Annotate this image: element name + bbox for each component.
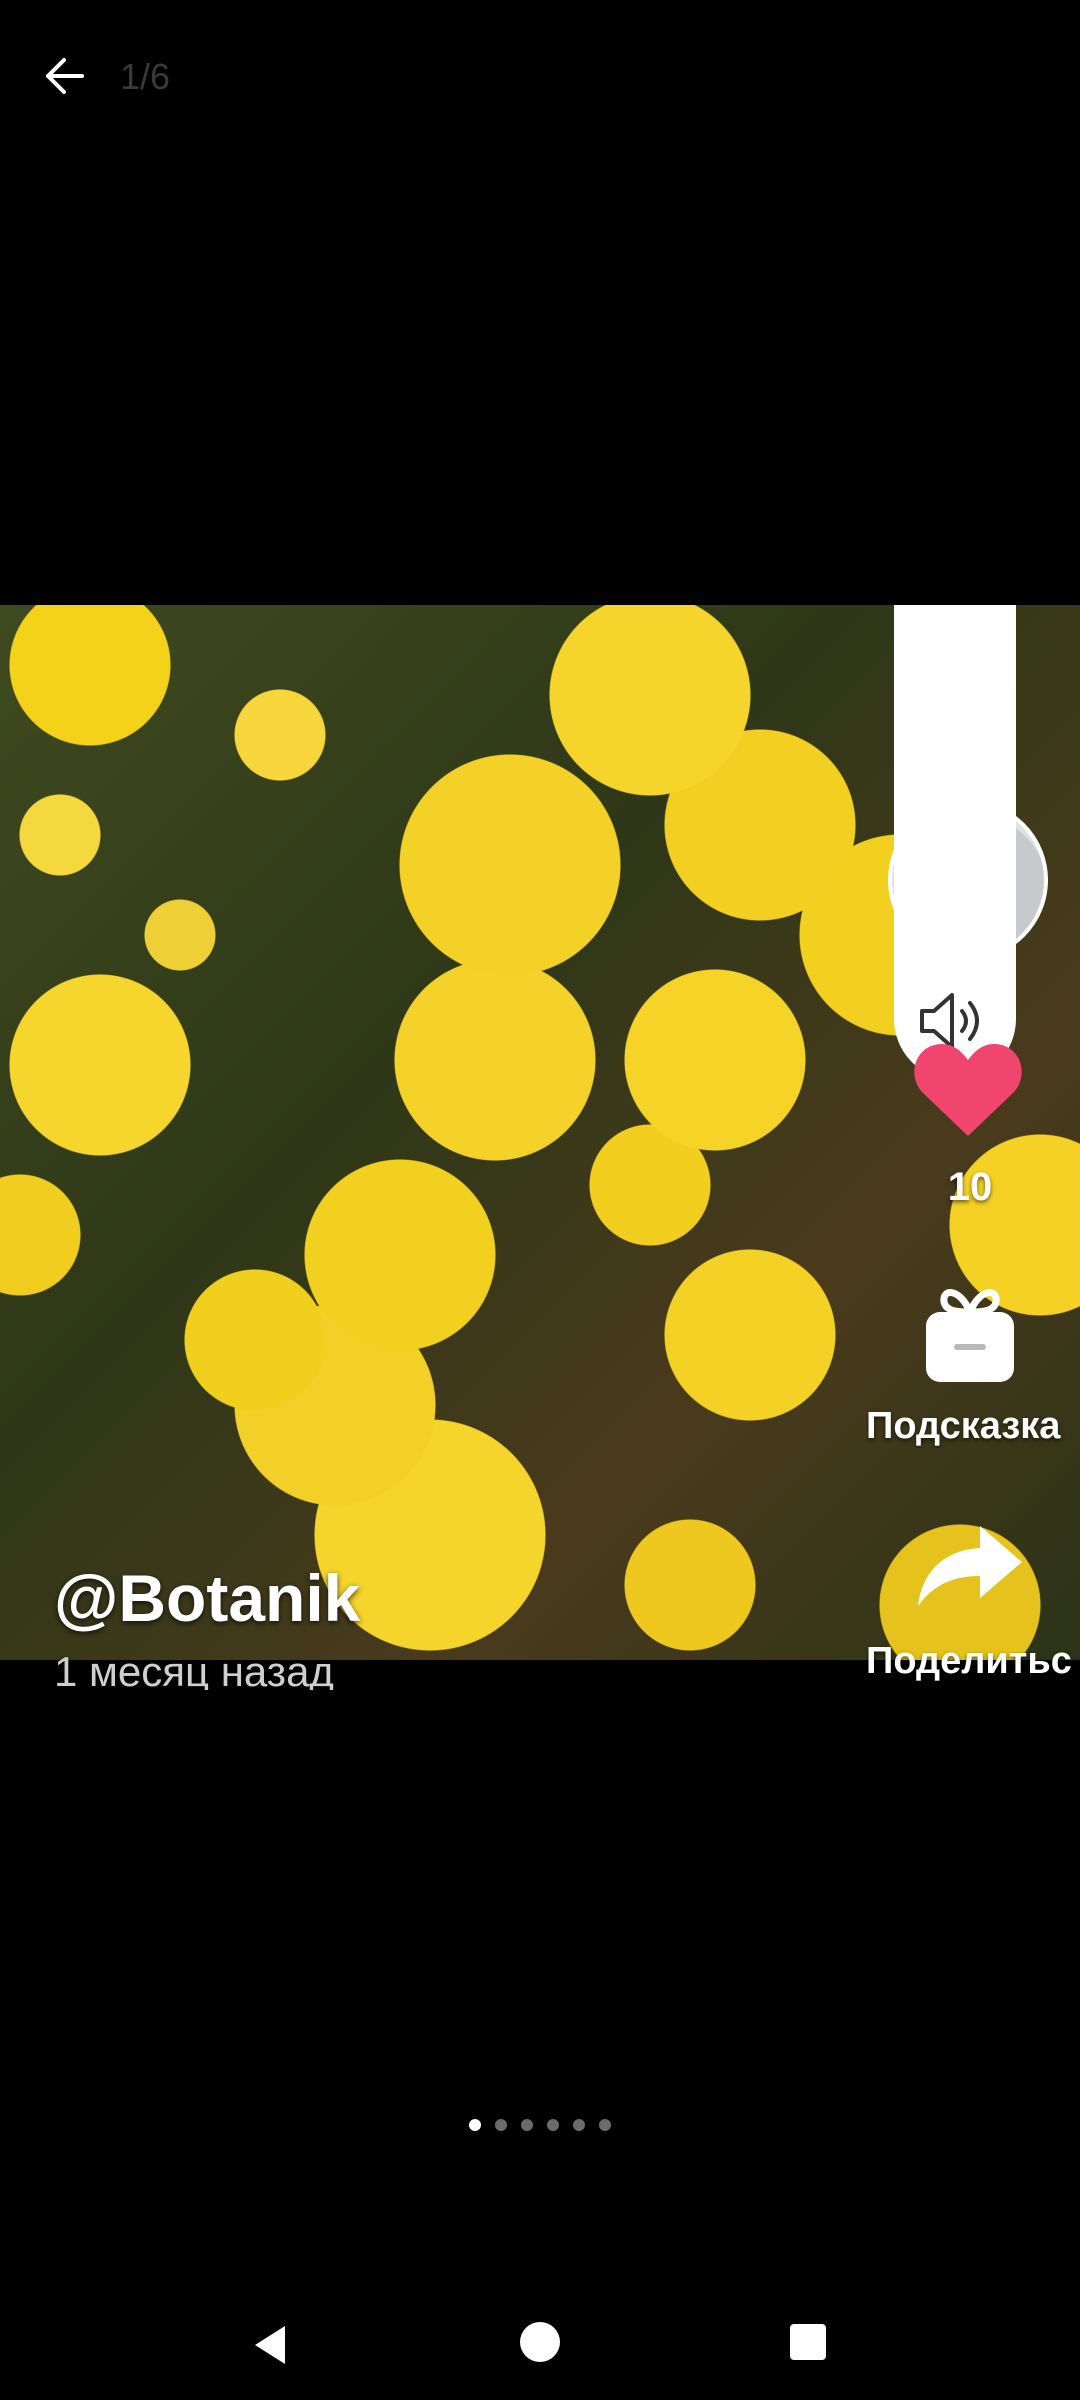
nav-back-icon[interactable]	[245, 2320, 295, 2370]
like-count: 10	[947, 1165, 993, 1209]
share-icon[interactable]	[914, 1520, 1026, 1610]
heart-icon[interactable]	[912, 1040, 1024, 1140]
gift-icon[interactable]	[920, 1278, 1020, 1386]
nav-recents-icon[interactable]	[790, 2324, 826, 2360]
post-time: 1 месяц назад	[54, 1648, 334, 1690]
pager-dot[interactable]	[495, 2119, 507, 2131]
pager-dot[interactable]	[599, 2119, 611, 2131]
author-name[interactable]: @Botanik	[54, 1560, 360, 1636]
page-counter: 1/6	[120, 56, 171, 97]
pager-dot[interactable]	[469, 2119, 481, 2131]
nav-home-icon[interactable]	[520, 2322, 560, 2362]
pager-dot[interactable]	[547, 2119, 559, 2131]
back-button[interactable]	[32, 40, 96, 112]
system-navigation-bar	[0, 2280, 1080, 2400]
top-bar: 1/6	[0, 0, 1080, 150]
photo-viewer-screen: 1/6 10 Подсказка Поделитьс @Botanik 1 ме…	[0, 0, 1080, 2400]
hint-button-label[interactable]: Подсказка	[866, 1405, 1080, 1448]
pager-dot[interactable]	[573, 2119, 585, 2131]
share-button-label[interactable]: Поделитьс	[866, 1640, 1080, 1683]
pager-dot[interactable]	[521, 2119, 533, 2131]
post-time-container: 1 месяц назад	[54, 1648, 554, 1690]
pager-dots	[0, 2110, 1080, 2140]
arrow-left-icon	[46, 58, 84, 94]
